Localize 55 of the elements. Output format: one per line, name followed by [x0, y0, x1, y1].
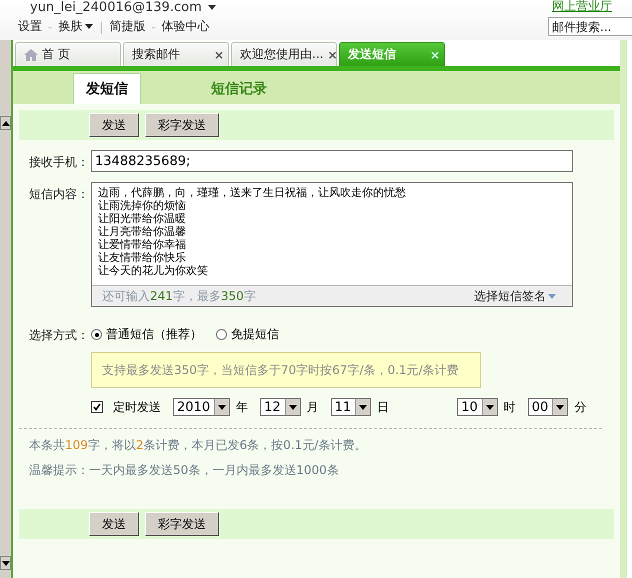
- close-icon[interactable]: ×: [214, 48, 224, 62]
- caret-icon: [556, 404, 564, 410]
- unit-label: 年: [236, 398, 248, 416]
- caret-icon: [208, 4, 216, 10]
- tab[interactable]: 搜索邮件 ×: [123, 42, 229, 66]
- color-text-send-button[interactable]: 彩字发送: [145, 113, 219, 137]
- top-menu-item[interactable]: 设置: [18, 18, 42, 35]
- unit-label: 月: [306, 398, 319, 416]
- time-select[interactable]: 10: [457, 398, 498, 416]
- caret-icon: [218, 404, 226, 410]
- cost-summary: 本条共109字，将以2条计费，本月已发6条，按0.1元/条计费。: [28, 437, 368, 454]
- time-select[interactable]: 00: [528, 398, 568, 416]
- caret-icon: [85, 24, 94, 29]
- unit-label: 时: [504, 398, 516, 416]
- caret-icon: [288, 404, 297, 410]
- signature-dropdown[interactable]: 选择短信签名: [474, 288, 556, 304]
- home-icon: [24, 48, 38, 60]
- menu-separator: -: [48, 20, 52, 34]
- top-menu-item[interactable]: 体验中心: [162, 18, 210, 35]
- top-menu-item[interactable]: 换肤: [58, 18, 94, 35]
- unit-label: 分: [574, 398, 586, 416]
- send-button[interactable]: 发送: [89, 113, 139, 137]
- caret-icon: [548, 294, 556, 298]
- radio-option[interactable]: 免提短信: [216, 326, 279, 343]
- subtab[interactable]: 发短信: [73, 73, 141, 104]
- menu-separator: -: [151, 20, 156, 34]
- info-tooltip: 支持最多发送350字，当短信多于70字时按67字/条，0.1元/条计费: [91, 352, 481, 388]
- schedule-label: 定时发送: [113, 398, 161, 416]
- menu-separator: |: [99, 20, 104, 34]
- business-hall-link[interactable]: 网上营业厅: [552, 0, 612, 15]
- close-icon[interactable]: ×: [327, 48, 338, 62]
- tab[interactable]: 欢迎您使用由... ×: [231, 42, 337, 66]
- scroll-up-icon[interactable]: [0, 116, 11, 130]
- caret-icon: [486, 404, 494, 410]
- mail-search-field[interactable]: 邮件搜索...: [548, 17, 632, 36]
- unit-label: 日: [377, 398, 390, 416]
- remaining-count: 还可输入241字，最多350字: [102, 288, 256, 304]
- top-menu-item[interactable]: 简捷版: [109, 18, 146, 35]
- send-button[interactable]: 发送: [89, 512, 139, 536]
- field-label: 短信内容：: [29, 186, 90, 203]
- tab[interactable]: 首 页: [15, 42, 121, 66]
- account-email: yun_lei_240016@139.com: [30, 0, 202, 14]
- date-select[interactable]: 11: [330, 398, 372, 416]
- date-select[interactable]: 2010: [173, 398, 230, 416]
- radio-option[interactable]: 普通短信（推荐）: [91, 326, 202, 343]
- field-label: 接收手机：: [29, 154, 90, 171]
- scroll-down-icon[interactable]: [0, 556, 11, 570]
- date-select[interactable]: 12: [260, 398, 301, 416]
- color-text-send-button[interactable]: 彩字发送: [145, 512, 219, 536]
- message-field[interactable]: 边雨，代薛鹏，向，瑾瑾，送来了生日祝福，让风吹走你的忧愁 让雨洗掉你的烦恼 让阳光带给你温暖 让月亮带给你温馨 让爱情带给你幸福 让友情带给你快乐 让今天的花儿为你欢笑: [92, 183, 572, 286]
- field-label: 选择方式：: [29, 327, 90, 344]
- phone-input-field[interactable]: 13488235689;: [91, 150, 573, 172]
- caret-icon: [359, 404, 368, 410]
- checkbox[interactable]: [91, 401, 103, 413]
- tip-text: 温馨提示：一天内最多发送50条，一月内最多发送1000条: [28, 462, 340, 479]
